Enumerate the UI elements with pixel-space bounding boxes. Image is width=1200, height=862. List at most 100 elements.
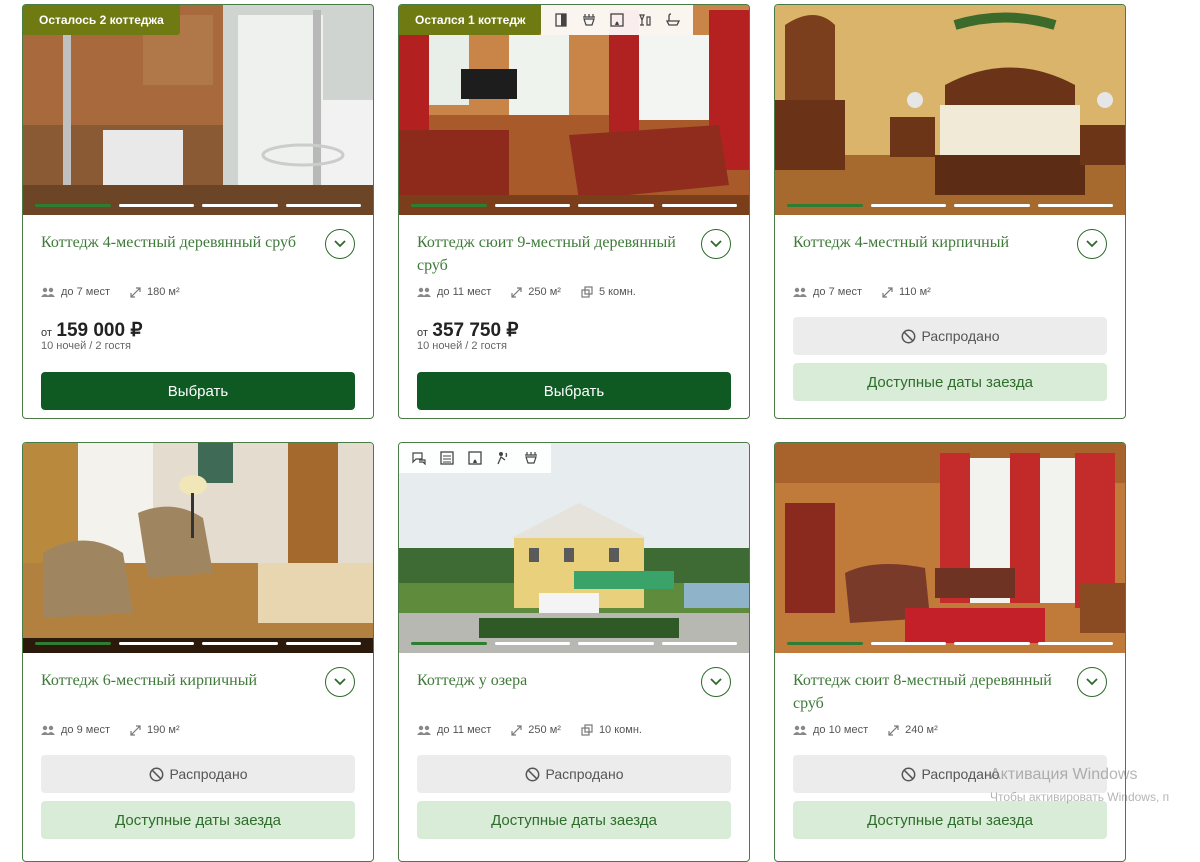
kitchen-photo — [23, 5, 373, 215]
carousel-dot[interactable] — [118, 642, 194, 645]
wardrobe-icon — [547, 9, 575, 31]
area-icon — [130, 286, 141, 298]
carousel-dots[interactable] — [787, 204, 1113, 207]
price-prefix: от — [41, 327, 52, 339]
carousel-dot[interactable] — [35, 204, 111, 207]
carousel-dot[interactable] — [787, 642, 863, 645]
carousel-dots[interactable] — [411, 642, 737, 645]
carousel-dot[interactable] — [578, 642, 654, 645]
sold-out-status: Распродано — [793, 317, 1107, 355]
sold-out-label: Распродано — [545, 766, 624, 782]
cottage-title[interactable]: Коттедж 6-местный кирпичный — [41, 669, 311, 715]
cottage-title[interactable]: Коттедж сюит 8-местный деревянный сруб — [793, 669, 1063, 715]
prohibited-icon — [901, 329, 915, 343]
carousel-dot[interactable] — [494, 204, 570, 207]
carousel-dot[interactable] — [494, 642, 570, 645]
carousel-dot[interactable] — [578, 204, 654, 207]
carousel-dot[interactable] — [870, 204, 946, 207]
rooms-label: 10 комн. — [598, 724, 642, 736]
sold-out-status: Распродано — [41, 755, 355, 793]
chat-icon — [405, 447, 433, 469]
expand-button[interactable] — [1077, 667, 1107, 697]
carousel-dot[interactable] — [202, 204, 278, 207]
expand-button[interactable] — [325, 229, 355, 259]
cottage-photo[interactable] — [775, 443, 1125, 653]
guests-icon — [793, 725, 807, 735]
carousel-dot[interactable] — [118, 204, 194, 207]
area-spec: 250 м² — [511, 286, 561, 298]
cottage-title[interactable]: Коттедж сюит 9-местный деревянный сруб — [417, 231, 687, 277]
carousel-dots[interactable] — [787, 642, 1113, 645]
available-dates-button[interactable]: Доступные даты заезда — [793, 801, 1107, 839]
cottage-card[interactable]: Коттедж 4-местный кирпичный до 7 мест 11… — [774, 4, 1126, 419]
carousel-dot[interactable] — [870, 642, 946, 645]
guests-label: до 9 мест — [61, 724, 110, 736]
price-note: 10 ночей / 2 гостя — [41, 340, 131, 352]
carousel-dot[interactable] — [285, 204, 361, 207]
area-label: 190 м² — [146, 724, 180, 736]
armchairs-room-photo — [23, 443, 373, 653]
guests-spec: до 7 мест — [41, 286, 110, 298]
carousel-dot[interactable] — [285, 642, 361, 645]
expand-button[interactable] — [701, 667, 731, 697]
rooms-icon — [581, 286, 593, 298]
expand-button[interactable] — [701, 229, 731, 259]
carousel-dots[interactable] — [35, 204, 361, 207]
cottage-card[interactable]: Коттедж 6-местный кирпичный до 9 мест 19… — [22, 442, 374, 862]
cottage-photo[interactable] — [399, 443, 749, 653]
carousel-dot[interactable] — [1037, 204, 1113, 207]
chevron-down-icon — [334, 240, 346, 248]
sold-out-label: Распродано — [169, 766, 248, 782]
carousel-dot[interactable] — [954, 204, 1030, 207]
cottage-title[interactable]: Коттедж 4-местный кирпичный — [793, 231, 1063, 277]
carousel-dot[interactable] — [954, 642, 1030, 645]
area-spec: 250 м² — [511, 724, 561, 736]
cottage-card[interactable]: Остался 1 коттедж Коттедж сюит 9-местный… — [398, 4, 750, 419]
carousel-dot[interactable] — [1037, 642, 1113, 645]
cottage-specs: до 7 мест 110 м² — [793, 283, 1107, 301]
cottage-specs: до 9 мест 190 м² — [41, 721, 355, 739]
prohibited-icon — [149, 767, 163, 781]
cottage-specs: до 10 мест 240 м² — [793, 721, 1107, 739]
chevron-down-icon — [710, 240, 722, 248]
select-button[interactable]: Выбрать — [417, 372, 731, 410]
cottage-card[interactable]: Осталось 2 коттеджа Коттедж 4-местный де… — [22, 4, 374, 419]
cottage-card[interactable]: Коттедж у озера до 11 мест 250 м² 10 ком… — [398, 442, 750, 862]
available-dates-button[interactable]: Доступные даты заезда — [41, 801, 355, 839]
carousel-dot[interactable] — [35, 642, 111, 645]
guests-icon — [417, 287, 431, 297]
bar-icon — [631, 9, 659, 31]
guests-spec: до 11 мест — [417, 724, 491, 736]
carousel-dot[interactable] — [202, 642, 278, 645]
sauna-icon — [489, 447, 517, 469]
available-dates-button[interactable]: Доступные даты заезда — [417, 801, 731, 839]
area-icon — [882, 286, 893, 298]
expand-button[interactable] — [325, 667, 355, 697]
prohibited-icon — [525, 767, 539, 781]
select-button[interactable]: Выбрать — [41, 372, 355, 410]
carousel-dot[interactable] — [661, 642, 737, 645]
cottage-photo[interactable]: Осталось 2 коттеджа — [23, 5, 373, 215]
carousel-dots[interactable] — [35, 642, 361, 645]
availability-badge: Осталось 2 коттеджа — [23, 5, 180, 35]
cottage-photo[interactable] — [775, 5, 1125, 215]
area-label: 250 м² — [528, 286, 561, 298]
available-dates-button[interactable]: Доступные даты заезда — [793, 363, 1107, 401]
carousel-dot[interactable] — [411, 204, 487, 207]
expand-button[interactable] — [1077, 229, 1107, 259]
price-block: от 357 750 ₽ 10 ночей / 2 гостя — [417, 319, 731, 359]
cottage-title[interactable]: Коттедж 4-местный деревянный сруб — [41, 231, 311, 277]
chevron-down-icon — [1086, 240, 1098, 248]
carousel-dot[interactable] — [787, 204, 863, 207]
carousel-dot[interactable] — [411, 642, 487, 645]
guests-spec: до 10 мест — [793, 724, 868, 736]
cottage-photo[interactable] — [23, 443, 373, 653]
guests-spec: до 9 мест — [41, 724, 110, 736]
cottage-photo[interactable]: Остался 1 коттедж — [399, 5, 749, 215]
carousel-dots[interactable] — [411, 204, 737, 207]
guests-icon — [41, 725, 55, 735]
carousel-dot[interactable] — [661, 204, 737, 207]
guests-icon — [793, 287, 807, 297]
cottage-title[interactable]: Коттедж у озера — [417, 669, 687, 715]
guests-label: до 11 мест — [437, 286, 492, 298]
